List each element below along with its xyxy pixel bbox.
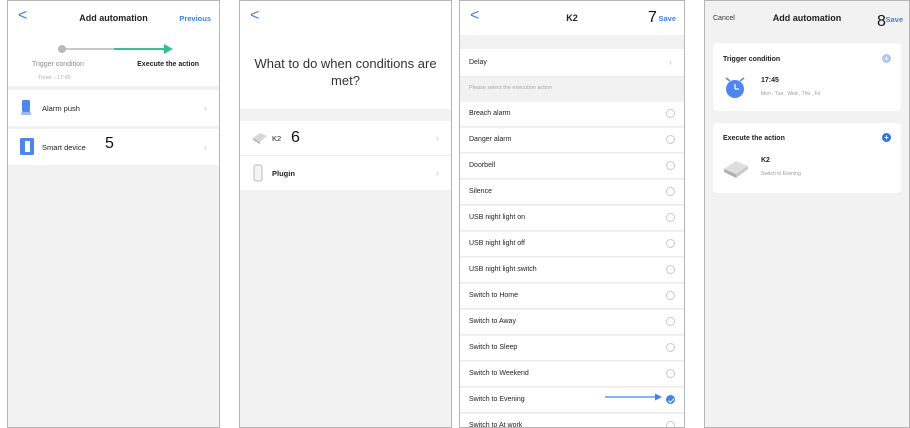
execute-device: K2	[761, 157, 770, 164]
action-option-label: USB night light on	[469, 214, 526, 221]
list-item-alarm-push[interactable]: Alarm push ›	[8, 90, 219, 126]
list-item-k2[interactable]: K2 ›	[240, 121, 451, 156]
chevron-right-icon: ›	[436, 133, 439, 143]
list-item-label: K2	[272, 134, 282, 143]
action-option[interactable]: Switch to Sleep	[460, 336, 684, 361]
action-option-label: Switch to Away	[469, 318, 516, 325]
action-option[interactable]: Silence	[460, 180, 684, 205]
alarm-clock-icon	[725, 77, 745, 98]
chevron-right-icon: ›	[204, 103, 207, 113]
action-option-label: Doorbell	[469, 162, 496, 169]
list-item-plugin[interactable]: Plugin ›	[240, 156, 451, 190]
action-option[interactable]: Breach alarm	[460, 102, 684, 127]
trigger-time: 17:45	[761, 77, 779, 84]
radio-unchecked-icon[interactable]	[666, 109, 675, 118]
action-option[interactable]: USB night light off	[460, 232, 684, 257]
top-bar: Cancel Add automation 8 Save	[705, 1, 909, 35]
radio-unchecked-icon[interactable]	[666, 317, 675, 326]
action-option[interactable]: USB night light switch	[460, 258, 684, 283]
radio-unchecked-icon[interactable]	[666, 239, 675, 248]
screen-add-automation-summary: Cancel Add automation 8 Save Trigger con…	[704, 0, 910, 428]
delay-label: Delay	[469, 59, 487, 66]
step-number: 6	[291, 129, 300, 146]
execute-action: Switch to Evening	[761, 171, 801, 177]
save-button[interactable]: Save	[658, 14, 676, 23]
radio-unchecked-icon[interactable]	[666, 265, 675, 274]
add-trigger-plus-icon[interactable]: +	[882, 54, 891, 63]
action-option-label: Switch to Weekend	[469, 370, 529, 377]
screen-add-automation-step: < Add automation Previous Trigger condit…	[7, 0, 220, 428]
trigger-days: Mon , Tue , Wed , Thu , Fri	[761, 91, 821, 97]
action-option[interactable]: Danger alarm	[460, 128, 684, 153]
trigger-header: Trigger condition	[723, 56, 781, 63]
radio-unchecked-icon[interactable]	[666, 421, 675, 427]
action-option[interactable]: Doorbell	[460, 154, 684, 179]
section-hint: Please select the execution action	[469, 85, 553, 91]
action-option-label: Danger alarm	[469, 136, 512, 143]
radio-unchecked-icon[interactable]	[666, 187, 675, 196]
screen-k2-actions: < K2 7 Save Delay › Please select the ex…	[459, 0, 685, 428]
smart-device-icon	[20, 138, 34, 155]
step-number: 7	[648, 9, 657, 26]
step-execute-label: Execute the action	[137, 61, 199, 68]
action-option-label: Silence	[469, 188, 492, 195]
previous-button[interactable]: Previous	[179, 14, 211, 23]
chevron-right-icon: ›	[669, 57, 672, 67]
execute-card: Execute the action + K2 Switch to Evenin…	[713, 123, 901, 193]
selection-arrow-icon	[605, 393, 662, 401]
action-option-label: Switch to Sleep	[469, 344, 518, 351]
radio-unchecked-icon[interactable]	[666, 213, 675, 222]
step-progress: Trigger condition Execute the action Tim…	[8, 35, 219, 86]
alarm-push-icon	[21, 100, 31, 115]
step-dot	[58, 45, 66, 53]
save-button[interactable]: Save	[885, 15, 903, 24]
radio-unchecked-icon[interactable]	[666, 291, 675, 300]
add-action-plus-icon[interactable]: +	[882, 133, 891, 142]
step-trigger-label: Trigger condition	[32, 61, 84, 68]
list-item-label: Smart device	[42, 143, 86, 152]
chevron-right-icon: ›	[204, 142, 207, 152]
step-trigger-summary: Timer - 17:45	[38, 75, 71, 81]
radio-unchecked-icon[interactable]	[666, 343, 675, 352]
step-number: 5	[105, 135, 114, 152]
progress-arrow-icon	[164, 44, 173, 54]
action-option-label: Switch to At work	[469, 422, 523, 428]
action-option[interactable]: Switch to At work	[460, 414, 684, 428]
top-bar: < Add automation Previous	[8, 1, 219, 35]
action-option-label: USB night light off	[469, 240, 525, 247]
delay-row[interactable]: Delay ›	[460, 49, 684, 77]
question-heading: What to do when conditions are met?	[254, 56, 437, 88]
top-bar: <	[240, 1, 451, 35]
chevron-right-icon: ›	[436, 168, 439, 178]
top-bar: < K2 7 Save	[460, 1, 684, 35]
radio-unchecked-icon[interactable]	[666, 161, 675, 170]
trigger-card: Trigger condition + 17:45 Mon , Tue , We…	[713, 43, 901, 111]
progress-line-done	[66, 48, 114, 50]
action-option[interactable]: Switch to Away	[460, 310, 684, 335]
radio-unchecked-icon[interactable]	[666, 135, 675, 144]
progress-line-current	[114, 48, 166, 50]
action-option[interactable]: Switch to Weekend	[460, 362, 684, 387]
k2-device-icon	[724, 161, 748, 178]
execute-header: Execute the action	[723, 135, 785, 142]
plugin-icon	[253, 164, 263, 182]
action-option-label: USB night light switch	[469, 266, 537, 273]
action-option-label: Switch to Evening	[469, 396, 525, 403]
action-option[interactable]: USB night light on	[460, 206, 684, 231]
action-option-label: Switch to Home	[469, 292, 519, 299]
back-chevron-icon[interactable]: <	[250, 7, 259, 25]
list-item-label: Alarm push	[42, 104, 80, 113]
radio-unchecked-icon[interactable]	[666, 369, 675, 378]
screen-choose-action: < What to do when conditions are met? K2…	[239, 0, 452, 428]
list-item-label: Plugin	[272, 169, 295, 178]
action-option[interactable]: Switch to Home	[460, 284, 684, 309]
radio-checked-icon[interactable]	[666, 395, 675, 404]
k2-device-icon	[253, 133, 267, 144]
action-option-label: Breach alarm	[469, 110, 511, 117]
